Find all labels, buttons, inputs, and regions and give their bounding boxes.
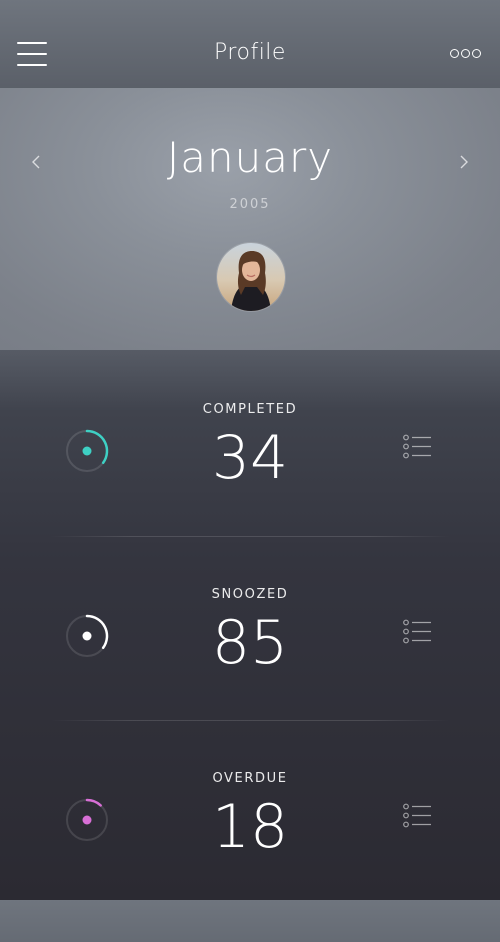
more-options-icon[interactable] — [450, 49, 482, 59]
stat-label: SNOOZED — [211, 587, 289, 602]
stat-label: OVERDUE — [212, 771, 288, 786]
stat-snoozed: SNOOZED 85 — [0, 573, 500, 758]
chevron-right-icon[interactable] — [456, 155, 470, 169]
stat-overdue: OVERDUE 18 — [0, 757, 500, 942]
year-label: 2005 — [229, 197, 271, 212]
divider — [50, 536, 450, 537]
list-icon[interactable] — [402, 619, 432, 645]
avatar[interactable] — [217, 243, 285, 311]
stat-label: COMPLETED — [202, 402, 298, 417]
divider — [50, 720, 450, 721]
month-header: January 2005 — [0, 88, 500, 350]
stat-completed: COMPLETED 34 — [0, 388, 500, 573]
page-title: Profile — [214, 40, 286, 65]
list-icon[interactable] — [402, 434, 432, 460]
list-icon[interactable] — [402, 803, 432, 829]
month-label: January — [166, 133, 334, 182]
profile-screen: Profile January 2005 COMPLETED 34 SNOOZE… — [0, 0, 500, 900]
top-bar: Profile — [0, 0, 500, 88]
